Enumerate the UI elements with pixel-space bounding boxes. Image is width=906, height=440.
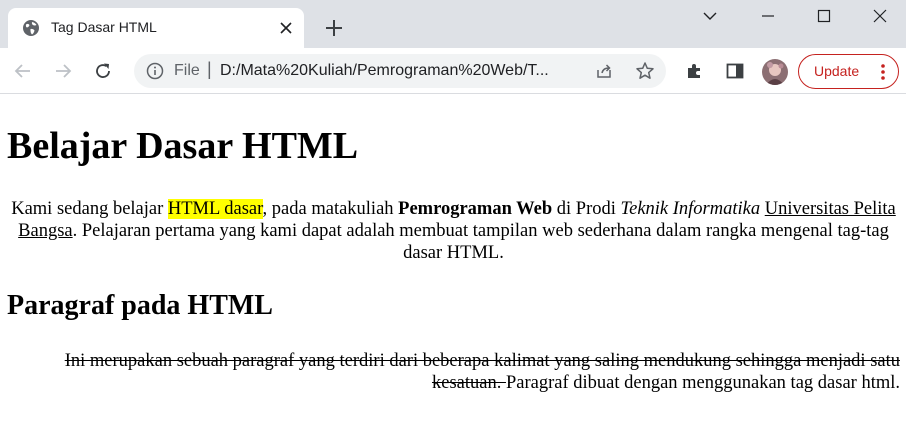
- arrow-left-icon: [14, 64, 30, 78]
- minimize-button[interactable]: [740, 0, 796, 32]
- arrow-right-icon: [56, 64, 72, 78]
- intro-text-3: di Prodi: [552, 199, 621, 219]
- side-panel-icon: [726, 63, 744, 79]
- close-icon: [873, 9, 887, 23]
- side-panel-button[interactable]: [720, 56, 750, 86]
- browser-tab[interactable]: Tag Dasar HTML: [8, 8, 304, 48]
- italic-text: Teknik Informatika: [620, 199, 761, 219]
- reload-icon: [96, 63, 110, 78]
- update-button[interactable]: Update: [798, 54, 899, 89]
- maximize-icon: [817, 9, 831, 23]
- info-icon[interactable]: [146, 62, 164, 80]
- paragraph-section: Ini merupakan sebuah paragraf yang terdi…: [7, 350, 900, 394]
- tab-search-button[interactable]: [682, 0, 738, 32]
- back-button[interactable]: [8, 56, 38, 86]
- highlighted-text: HTML dasar: [167, 199, 263, 219]
- intro-text-1: Kami sedang belajar: [11, 199, 168, 219]
- update-label: Update: [814, 63, 860, 79]
- share-icon[interactable]: [594, 60, 616, 82]
- globe-icon: [22, 19, 40, 37]
- url-text[interactable]: D:/Mata%20Kuliah/Pemrograman%20Web/T...: [220, 62, 630, 80]
- forward-button[interactable]: [48, 56, 78, 86]
- url-scheme-label: File: [174, 62, 200, 79]
- intro-text-5: . Pelajaran pertama yang kami dapat adal…: [72, 221, 889, 263]
- tab-strip: Tag Dasar HTML: [0, 0, 906, 48]
- chevron-down-icon: [703, 12, 717, 20]
- new-tab-button[interactable]: [320, 14, 348, 42]
- section-heading: Paragraf pada HTML: [7, 290, 273, 321]
- address-bar[interactable]: File | D:/Mata%20Kuliah/Pemrograman%20We…: [134, 54, 666, 88]
- url-separator: |: [207, 59, 212, 79]
- paragraph-text: Paragraf dibuat dengan menggunakan tag d…: [505, 373, 900, 393]
- star-icon[interactable]: [634, 60, 656, 82]
- intro-paragraph: Kami sedang belajar HTML dasar, pada mat…: [7, 198, 900, 264]
- close-window-button[interactable]: [852, 0, 906, 32]
- page-content: Belajar Dasar HTML Kami sedang belajar H…: [0, 95, 906, 440]
- page-heading: Belajar Dasar HTML: [7, 125, 359, 167]
- close-tab-icon[interactable]: [275, 17, 297, 39]
- plus-icon: [326, 20, 342, 36]
- minimize-icon: [762, 15, 774, 17]
- maximize-button[interactable]: [796, 0, 852, 32]
- three-dots-icon[interactable]: [877, 63, 889, 81]
- puzzle-icon: [688, 64, 700, 78]
- extensions-button[interactable]: [680, 56, 710, 86]
- reload-button[interactable]: [88, 56, 118, 86]
- tab-title: Tag Dasar HTML: [51, 19, 157, 35]
- intro-text-2: , pada matakuliah: [262, 199, 399, 219]
- bold-text: Pemrograman Web: [398, 199, 553, 219]
- profile-avatar[interactable]: [762, 59, 788, 85]
